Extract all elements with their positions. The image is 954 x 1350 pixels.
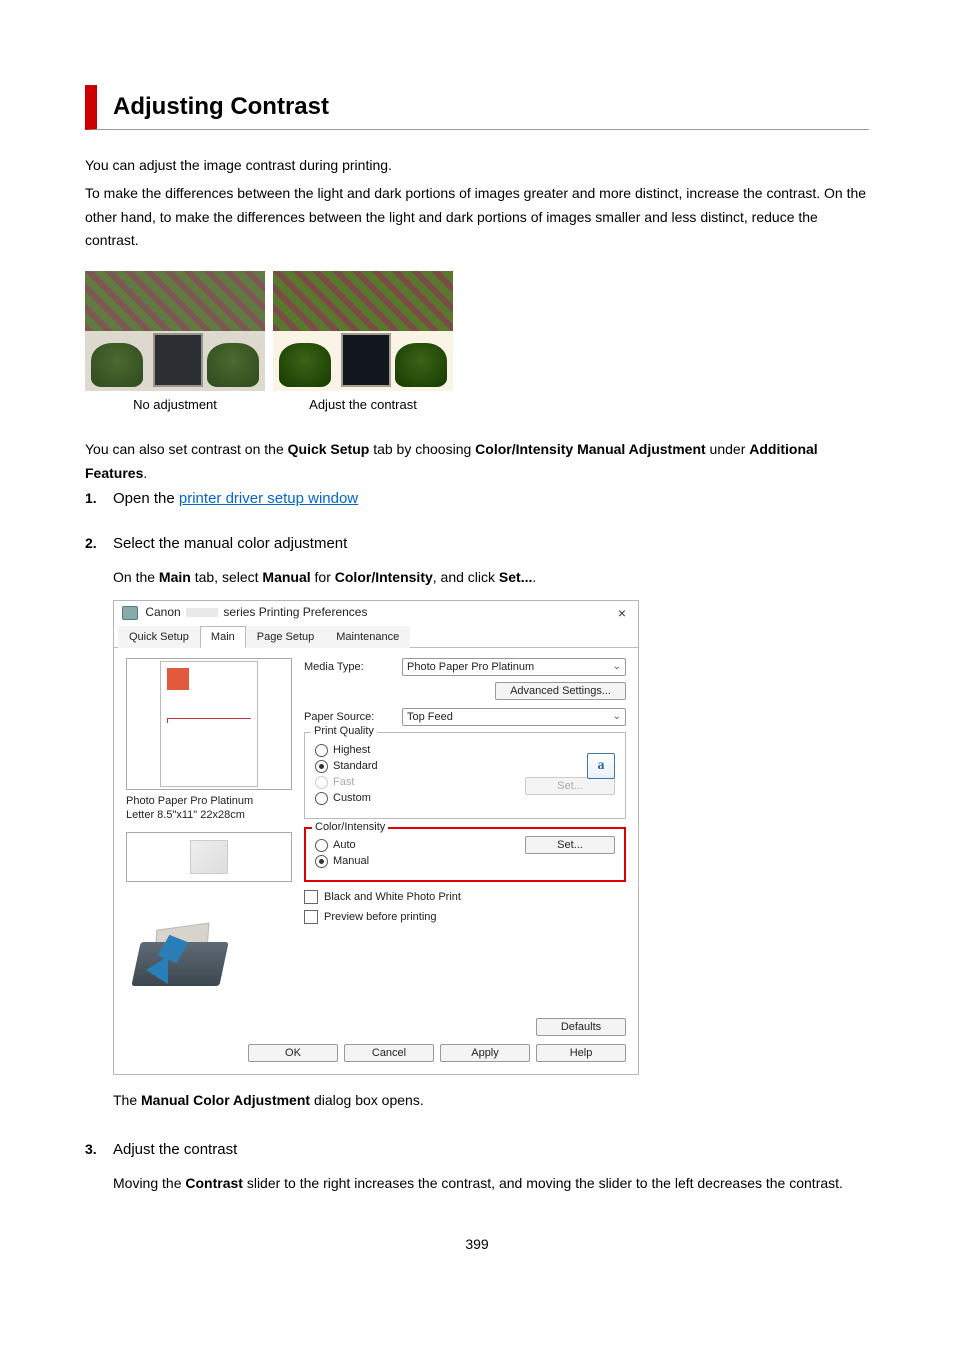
printer-icon	[122, 606, 138, 620]
help-button[interactable]: Help	[536, 1044, 626, 1062]
step-1-title: Open the printer driver setup window	[113, 490, 358, 507]
tab-maintenance[interactable]: Maintenance	[325, 626, 410, 648]
media-type-select[interactable]: Photo Paper Pro Platinum ⌄	[402, 658, 626, 676]
step-3: 3. Adjust the contrast Moving the Contra…	[85, 1141, 869, 1196]
dialog-title-suffix: series Printing Preferences	[223, 605, 367, 619]
page-title-bar: Adjusting Contrast	[85, 85, 869, 130]
step-2-title: Select the manual color adjustment	[113, 535, 869, 552]
tab-main[interactable]: Main	[200, 626, 246, 648]
chevron-down-icon: ⌄	[613, 711, 621, 722]
quick-setup-note: You can also set contrast on the Quick S…	[85, 438, 869, 486]
intro-paragraph-1: You can adjust the image contrast during…	[85, 154, 869, 178]
sample-captions: No adjustment Adjust the contrast	[85, 397, 869, 412]
page-number: 399	[85, 1236, 869, 1252]
quality-highest-radio[interactable]: Highest	[315, 744, 378, 757]
printing-preferences-dialog: Canon series Printing Preferences × Quic…	[113, 600, 639, 1076]
printer-illustration	[126, 894, 292, 1004]
sample-images	[85, 271, 869, 391]
printer-driver-setup-window-link[interactable]: printer driver setup window	[179, 490, 358, 507]
step-number: 3.	[85, 1141, 113, 1196]
defaults-button[interactable]: Defaults	[536, 1018, 626, 1036]
quality-standard-radio[interactable]: Standard	[315, 760, 378, 773]
media-type-label: Media Type:	[304, 661, 394, 673]
close-button[interactable]: ×	[614, 605, 630, 621]
cancel-button[interactable]: Cancel	[344, 1044, 434, 1062]
color-intensity-group: Color/Intensity Auto Manual Set...	[304, 827, 626, 882]
dialog-tabs: Quick Setup Main Page Setup Maintenance	[114, 625, 638, 648]
step-number: 2.	[85, 535, 113, 1113]
step-number: 1.	[85, 490, 113, 507]
dialog-title-prefix: Canon	[145, 605, 180, 619]
redacted-model	[186, 608, 218, 617]
step-2: 2. Select the manual color adjustment On…	[85, 535, 869, 1113]
print-quality-group: Print Quality Highest Standard Fast	[304, 732, 626, 819]
caption-no-adjust: No adjustment	[85, 397, 265, 412]
ci-manual-radio[interactable]: Manual	[315, 855, 369, 868]
tab-page-setup[interactable]: Page Setup	[246, 626, 326, 648]
step-2-instruction: On the Main tab, select Manual for Color…	[113, 566, 869, 590]
step-3-instruction: Moving the Contrast slider to the right …	[113, 1172, 869, 1196]
color-preview	[126, 832, 292, 882]
ci-auto-radio[interactable]: Auto	[315, 839, 369, 852]
page-preview	[126, 658, 292, 790]
chevron-down-icon: ⌄	[613, 661, 621, 672]
quality-a-icon: a	[587, 753, 615, 779]
paper-info: Photo Paper Pro Platinum Letter 8.5"x11"…	[126, 794, 292, 823]
step-1: 1. Open the printer driver setup window	[85, 490, 869, 507]
ok-button[interactable]: OK	[248, 1044, 338, 1062]
quality-fast-radio: Fast	[315, 776, 378, 789]
preview-before-printing-checkbox[interactable]: Preview before printing	[304, 910, 626, 924]
quality-custom-radio[interactable]: Custom	[315, 792, 378, 805]
caption-adjust: Adjust the contrast	[273, 397, 453, 412]
sample-image-no-adjust	[85, 271, 265, 391]
intro-paragraph-2: To make the differences between the ligh…	[85, 182, 869, 253]
color-intensity-title: Color/Intensity	[312, 821, 388, 833]
advanced-settings-button[interactable]: Advanced Settings...	[495, 682, 626, 700]
apply-button[interactable]: Apply	[440, 1044, 530, 1062]
sample-image-adjusted	[273, 271, 453, 391]
step-2-closing: The Manual Color Adjustment dialog box o…	[113, 1089, 869, 1113]
quality-set-button: Set...	[525, 777, 615, 795]
page-title: Adjusting Contrast	[113, 93, 869, 121]
paper-source-select[interactable]: Top Feed ⌄	[402, 708, 626, 726]
bw-photo-print-checkbox[interactable]: Black and White Photo Print	[304, 890, 626, 904]
paper-source-label: Paper Source:	[304, 711, 394, 723]
print-quality-title: Print Quality	[311, 725, 377, 737]
step-3-title: Adjust the contrast	[113, 1141, 869, 1158]
ci-set-button[interactable]: Set...	[525, 836, 615, 854]
dialog-title-bar: Canon series Printing Preferences ×	[114, 601, 638, 625]
tab-quick-setup[interactable]: Quick Setup	[118, 626, 200, 648]
